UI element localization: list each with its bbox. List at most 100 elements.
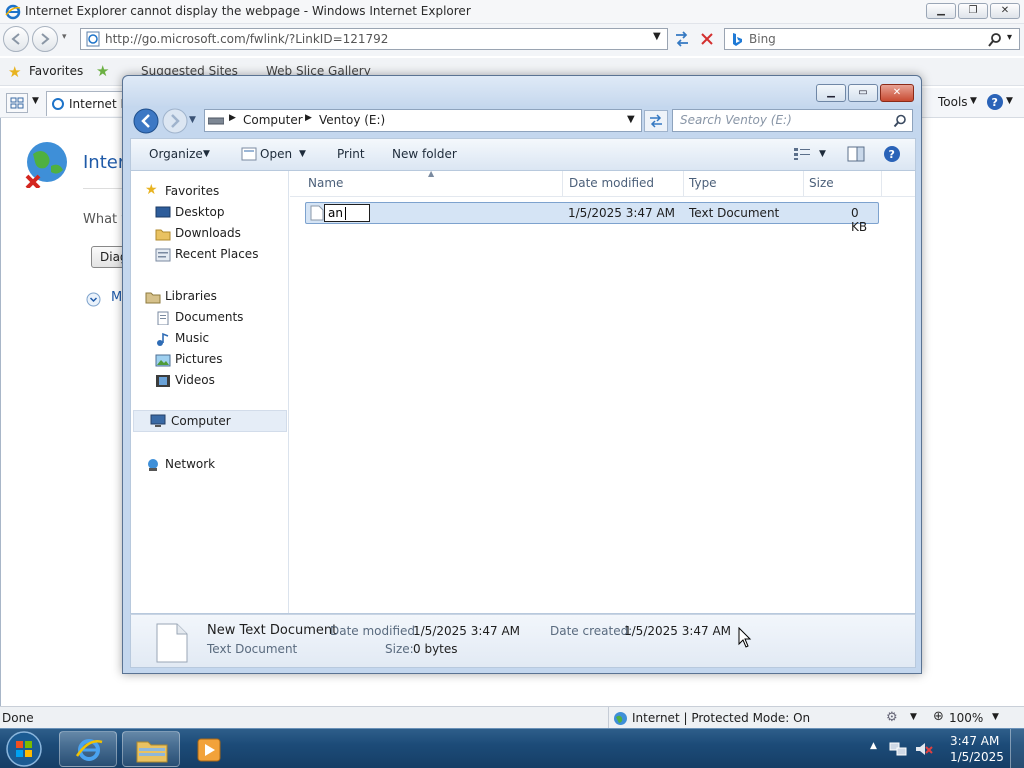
column-separator[interactable] (562, 171, 563, 197)
details-file-type: Text Document (207, 642, 298, 656)
tab-list-chevron-icon[interactable]: ▼ (32, 96, 39, 106)
show-desktop-button[interactable] (1010, 729, 1024, 768)
downloads-folder-icon (155, 229, 171, 241)
breadcrumb-separator-icon[interactable]: ▶ (305, 113, 312, 123)
security-zone-text[interactable]: Internet | Protected Mode: On (632, 711, 810, 725)
organize-button[interactable]: Organize (149, 147, 203, 161)
nav-videos[interactable]: Videos (175, 373, 215, 387)
nav-recent-places[interactable]: Recent Places (175, 247, 258, 261)
search-options-chevron-icon[interactable]: ▾ (1007, 32, 1012, 43)
start-button[interactable] (2, 729, 46, 768)
address-dropdown-icon[interactable]: ▼ (653, 31, 661, 42)
refresh-icon[interactable] (644, 110, 668, 132)
tools-chevron-icon[interactable]: ▼ (970, 96, 977, 106)
print-button[interactable]: Print (337, 147, 365, 161)
nav-libraries[interactable]: Libraries (165, 289, 217, 303)
file-type: Text Document (689, 206, 780, 220)
clock-date[interactable]: 1/5/2025 (950, 750, 1004, 764)
more-information-link[interactable]: M (111, 290, 122, 305)
folder-icon (136, 741, 168, 763)
stop-icon[interactable] (696, 29, 718, 49)
ie-minimize-button[interactable]: ▁ (926, 3, 956, 19)
help-icon[interactable]: ? (883, 145, 901, 163)
documents-icon (157, 311, 169, 325)
explorer-minimize-button[interactable]: ▁ (816, 84, 846, 102)
show-hidden-icons-chevron-icon[interactable]: ▲ (870, 741, 877, 751)
ie-back-button[interactable] (3, 26, 29, 52)
nav-favorites[interactable]: Favorites (165, 184, 219, 198)
zoom-level[interactable]: 100% (949, 711, 983, 725)
column-separator[interactable] (683, 171, 684, 197)
column-separator[interactable] (803, 171, 804, 197)
back-arrow-icon[interactable] (132, 107, 160, 135)
ie-restore-button[interactable]: ❐ (958, 3, 988, 19)
ie-status-bar: Done Internet | Protected Mode: On ⚙ ▼ ⊕… (0, 706, 1024, 729)
nav-music[interactable]: Music (175, 331, 209, 345)
diagnose-button[interactable]: Diag (91, 246, 125, 268)
zoom-icon[interactable]: ⊕ (933, 709, 944, 724)
quick-tabs-icon[interactable] (6, 93, 28, 113)
ie-url-text: http://go.microsoft.com/fwlink/?LinkID=1… (105, 32, 389, 46)
explorer-close-button[interactable]: ✕ (880, 84, 914, 102)
nav-desktop[interactable]: Desktop (175, 205, 225, 219)
explorer-address-bar[interactable]: ▶ Computer ▶ Ventoy (E:) ▼ (204, 109, 642, 132)
internet-zone-icon (614, 712, 627, 725)
help-icon[interactable]: ? (986, 93, 1004, 111)
address-history-chevron-icon[interactable]: ▼ (627, 114, 635, 125)
organize-chevron-icon[interactable]: ▼ (203, 149, 210, 159)
search-icon[interactable] (987, 32, 1003, 48)
recent-pages-chevron-icon[interactable]: ▾ (62, 32, 67, 42)
preview-pane-icon[interactable] (847, 146, 865, 162)
explorer-maximize-button[interactable]: ▭ (848, 84, 878, 102)
forward-arrow-icon[interactable] (161, 107, 189, 135)
open-chevron-icon[interactable]: ▼ (299, 149, 306, 159)
breadcrumb-computer[interactable]: Computer (243, 113, 303, 127)
nav-pictures[interactable]: Pictures (175, 352, 223, 366)
view-options-icon[interactable] (793, 147, 811, 161)
explorer-search-field[interactable]: Search Ventoy (E:) (672, 109, 913, 132)
zoom-chevron-icon[interactable]: ▼ (992, 712, 999, 722)
nav-downloads[interactable]: Downloads (175, 226, 241, 240)
drive-icon (208, 117, 224, 125)
breadcrumb-separator-icon[interactable]: ▶ (229, 113, 236, 123)
network-tray-icon[interactable] (888, 740, 908, 758)
add-favorite-icon[interactable]: ★ (96, 62, 109, 80)
taskbar-windows-explorer[interactable] (122, 731, 180, 767)
page-icon (86, 31, 100, 47)
tools-menu[interactable]: Tools (938, 95, 968, 109)
compat-view-icon[interactable] (671, 29, 693, 49)
ie-address-field[interactable]: http://go.microsoft.com/fwlink/?LinkID=1… (80, 28, 668, 50)
new-folder-button[interactable]: New folder (392, 147, 457, 161)
column-name[interactable]: Name (308, 176, 343, 190)
expand-chevron-icon[interactable] (86, 292, 101, 307)
column-size[interactable]: Size (809, 176, 834, 190)
help-chevron-icon[interactable]: ▼ (1006, 96, 1013, 106)
file-date-modified: 1/5/2025 3:47 AM (568, 206, 676, 220)
ie-search-field[interactable]: Bing ▾ (724, 28, 1020, 50)
ie-close-button[interactable]: ✕ (990, 3, 1020, 19)
breadcrumb-ventoy[interactable]: Ventoy (E:) (319, 113, 385, 127)
clock-time[interactable]: 3:47 AM (950, 734, 999, 748)
view-chevron-icon[interactable]: ▼ (819, 149, 826, 159)
open-button[interactable]: Open (260, 147, 292, 161)
taskbar-internet-explorer[interactable] (59, 731, 117, 767)
nav-computer-selected[interactable]: Computer (133, 410, 287, 432)
ie-forward-button[interactable] (32, 26, 58, 52)
file-row-selected[interactable]: an 1/5/2025 3:47 AM Text Document 0 KB (305, 202, 879, 234)
search-icon[interactable] (893, 114, 907, 128)
explorer-title-bar[interactable]: ▁ ▭ ✕ (123, 76, 921, 106)
popup-settings-icon[interactable]: ⚙ (886, 710, 898, 725)
popup-settings-chevron-icon[interactable]: ▼ (910, 712, 917, 722)
favorites-button[interactable]: Favorites (29, 64, 83, 78)
ie-title-bar: Internet Explorer cannot display the web… (0, 0, 1024, 24)
taskbar-media-player[interactable] (186, 731, 230, 767)
volume-muted-icon[interactable] (914, 740, 934, 758)
column-type[interactable]: Type (689, 176, 717, 190)
nav-network[interactable]: Network (165, 457, 215, 471)
rename-input[interactable]: an (324, 204, 370, 222)
nav-documents[interactable]: Documents (175, 310, 243, 324)
ie-tab[interactable]: Internet Ex (46, 91, 135, 116)
column-separator[interactable] (881, 171, 882, 197)
column-date-modified[interactable]: Date modified (569, 176, 654, 190)
recent-locations-chevron-icon[interactable]: ▼ (189, 115, 196, 125)
